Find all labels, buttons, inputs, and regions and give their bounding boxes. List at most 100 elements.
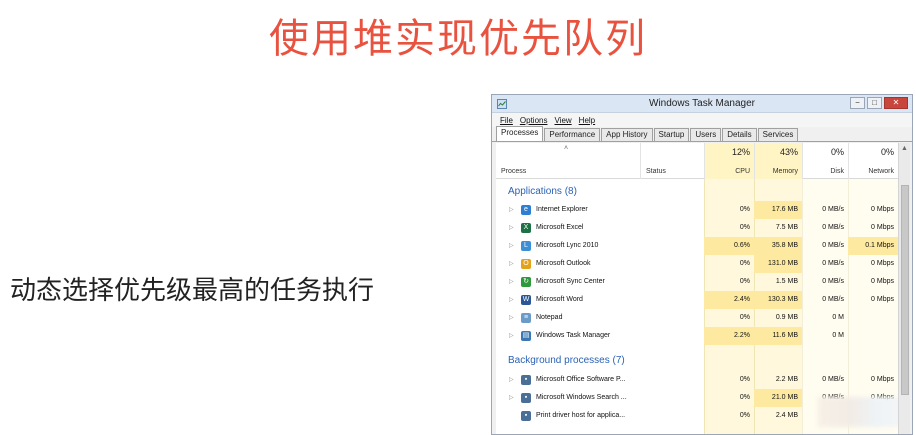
process-name: Notepad <box>536 314 563 321</box>
disk-value: 0 MB/s <box>822 296 844 303</box>
maximize-button[interactable]: □ <box>867 97 882 109</box>
column-disk[interactable]: 0% Disk <box>802 143 848 179</box>
process-name: Microsoft Office Software P... <box>536 376 626 383</box>
process-name: Internet Explorer <box>536 206 588 213</box>
network-value: 0 Mbps <box>871 278 894 285</box>
cpu-value: 0% <box>739 260 750 267</box>
service-icon: ▪ <box>521 411 531 421</box>
menu-view[interactable]: View <box>554 116 571 125</box>
lync-icon: L <box>521 241 531 251</box>
title-bar[interactable]: Windows Task Manager − □ ✕ <box>492 95 912 113</box>
group-background-processes[interactable]: Background processes (7) <box>508 355 625 366</box>
window-title: Windows Task Manager <box>649 98 755 109</box>
cpu-value: 0% <box>739 224 750 231</box>
tab-users[interactable]: Users <box>690 128 722 141</box>
tab-bar: Processes Performance App History Startu… <box>492 126 912 142</box>
memory-value: 11.6 MB <box>772 332 798 339</box>
slide-caption: 动态选择优先级最高的任务执行 <box>10 276 375 306</box>
minimize-button[interactable]: − <box>850 97 865 109</box>
column-memory-label: Memory <box>772 168 798 175</box>
memory-value: 130.3 MB <box>768 296 798 303</box>
tab-services[interactable]: Services <box>757 128 799 141</box>
cpu-value: 0% <box>739 314 750 321</box>
menu-options[interactable]: Options <box>520 116 548 125</box>
menu-help[interactable]: Help <box>579 116 595 125</box>
network-value: 0 Mbps <box>871 376 894 383</box>
table-row[interactable]: ▷ X Microsoft Excel 0% 7.5 MB 0 MB/s 0 Mbps <box>496 219 898 237</box>
table-row[interactable]: ▷ L Microsoft Lync 2010 0.6% 35.8 MB 0 MB/s 0.… <box>496 237 898 255</box>
disk-value: 0 MB/s <box>822 376 844 383</box>
scrollbar-thumb[interactable] <box>901 185 909 395</box>
slide-title: 使用堆实现优先队列 <box>269 16 647 62</box>
expand-arrow-icon[interactable]: ▷ <box>509 224 514 231</box>
disk-total-percent: 0% <box>830 147 844 157</box>
column-status[interactable]: Status <box>640 143 704 179</box>
cpu-value: 0.6% <box>734 242 750 249</box>
cpu-value: 0% <box>739 278 750 285</box>
expand-arrow-icon[interactable]: ▷ <box>509 376 514 383</box>
table-row[interactable]: ▷ ≡ Notepad 0% 0.9 MB 0 M <box>496 309 898 327</box>
expand-arrow-icon[interactable]: ▷ <box>509 260 514 267</box>
disk-value: 0 M <box>832 332 844 339</box>
cpu-total-percent: 12% <box>731 147 750 157</box>
column-network[interactable]: 0% Network <box>848 143 898 179</box>
vertical-scrollbar[interactable]: ▲ <box>898 143 910 434</box>
expand-arrow-icon[interactable]: ▷ <box>509 242 514 249</box>
expand-arrow-icon[interactable]: ▷ <box>509 314 514 321</box>
cpu-value: 0% <box>739 412 750 419</box>
column-process-label: Process <box>501 168 527 175</box>
column-memory[interactable]: 43% Memory <box>754 143 802 179</box>
expand-arrow-icon[interactable]: ▷ <box>509 394 514 401</box>
tab-details[interactable]: Details <box>722 128 757 141</box>
process-name: Print driver host for applica... <box>536 412 626 419</box>
menu-file[interactable]: File <box>500 116 513 125</box>
table-row[interactable]: ▷ ↻ Microsoft Sync Center 0% 1.5 MB 0 MB/s 0 M… <box>496 273 898 291</box>
tab-performance[interactable]: Performance <box>544 128 601 141</box>
process-name: Microsoft Excel <box>536 224 584 231</box>
task-manager-window: Windows Task Manager − □ ✕ File Options … <box>491 94 913 435</box>
column-process[interactable]: ˄ Process <box>496 143 640 179</box>
obscured-region <box>818 397 898 427</box>
sync-center-icon: ↻ <box>521 277 531 287</box>
cpu-value: 0% <box>739 394 750 401</box>
group-applications[interactable]: Applications (8) <box>508 186 577 197</box>
close-button[interactable]: ✕ <box>884 97 908 109</box>
table-row[interactable]: ▷ e Internet Explorer 0% 17.6 MB 0 MB/s 0 Mbps <box>496 201 898 219</box>
expand-arrow-icon[interactable]: ▷ <box>509 206 514 213</box>
sort-up-icon: ˄ <box>564 145 569 152</box>
excel-icon: X <box>521 223 531 233</box>
memory-value: 0.9 MB <box>775 314 798 321</box>
table-row[interactable]: ▷ W Microsoft Word 2.4% 130.3 MB 0 MB/s 0 Mbps <box>496 291 898 309</box>
network-total-percent: 0% <box>880 147 894 157</box>
cpu-value: 2.4% <box>734 296 750 303</box>
expand-arrow-icon[interactable]: ▷ <box>509 296 514 303</box>
menu-bar: File Options View Help <box>492 113 912 127</box>
memory-total-percent: 43% <box>779 147 798 157</box>
process-name: Microsoft Word <box>536 296 583 303</box>
service-icon: ▪ <box>521 393 531 403</box>
outlook-icon: O <box>521 259 531 269</box>
table-row[interactable]: ▷ ▪ Microsoft Office Software P... 0% 2.2 MB… <box>496 371 898 389</box>
tab-app-history[interactable]: App History <box>601 128 653 141</box>
notepad-icon: ≡ <box>521 313 531 323</box>
tab-processes[interactable]: Processes <box>496 126 544 141</box>
process-name: Windows Task Manager <box>536 332 611 339</box>
cpu-value: 2.2% <box>734 332 750 339</box>
process-table-body: Applications (8) Background processes (7… <box>496 179 898 434</box>
table-row[interactable]: ▷ O Microsoft Outlook 0% 131.0 MB 0 MB/s 0 Mbp… <box>496 255 898 273</box>
memory-value: 2.4 MB <box>775 412 798 419</box>
tab-startup[interactable]: Startup <box>653 128 690 141</box>
memory-value: 35.8 MB <box>771 242 798 249</box>
memory-value: 17.6 MB <box>771 206 798 213</box>
scroll-up-icon[interactable]: ▲ <box>901 145 908 153</box>
process-name: Microsoft Sync Center <box>536 278 605 285</box>
column-network-label: Network <box>868 168 894 175</box>
network-value: 0 Mbps <box>871 224 894 231</box>
column-cpu[interactable]: 12% CPU <box>704 143 754 179</box>
task-manager-icon: ▤ <box>521 331 531 341</box>
process-list: ˄ Process Status 12% CPU 43% Memory 0% D… <box>496 143 898 434</box>
column-status-label: Status <box>646 168 666 175</box>
table-row[interactable]: ▷ ▤ Windows Task Manager 2.2% 11.6 MB 0 M <box>496 327 898 345</box>
expand-arrow-icon[interactable]: ▷ <box>509 278 514 285</box>
expand-arrow-icon[interactable]: ▷ <box>509 332 514 339</box>
